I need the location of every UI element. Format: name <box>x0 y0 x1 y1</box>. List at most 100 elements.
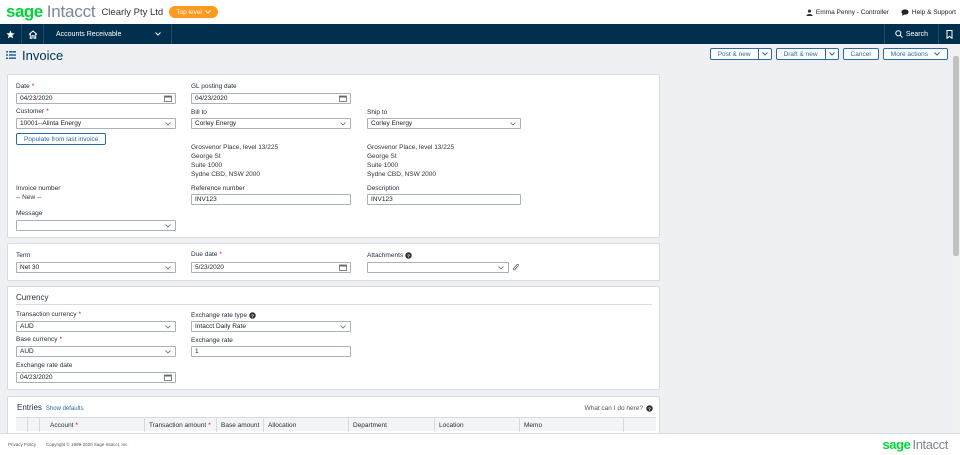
term-select[interactable]: Net 30 <box>16 262 176 273</box>
grid-col-location[interactable]: Location <box>435 418 520 432</box>
home-button[interactable] <box>22 24 44 44</box>
grid-col-account[interactable]: Account * <box>40 418 145 432</box>
grid-col-transaction-amount[interactable]: Transaction amount * <box>145 418 217 432</box>
reference-number-label: Reference number <box>191 185 245 192</box>
privacy-policy-link[interactable]: Privacy Policy <box>8 442 36 447</box>
ship-address-line: George St <box>367 153 397 160</box>
exchange-rate-label: Exchange rate <box>191 337 233 344</box>
transaction-currency-label: Transaction currency * <box>16 311 81 318</box>
help-circle-icon: ? <box>646 405 653 412</box>
invoice-number-value: -- New -- <box>16 194 42 201</box>
chevron-down-icon <box>828 52 835 56</box>
more-actions-button[interactable]: More actions <box>882 48 948 60</box>
entries-card: Entries Show defaults What can I do here… <box>7 396 660 436</box>
more-actions-label: More actions <box>890 50 928 58</box>
chevron-down-icon <box>165 325 171 329</box>
bill-address-line: Sydne CBD, NSW 2000 <box>191 171 261 178</box>
home-icon <box>28 29 37 39</box>
list-icon[interactable] <box>6 51 16 59</box>
description-input[interactable]: INV123 <box>367 194 521 205</box>
exchange-rate-type-label: Exchange rate type ? <box>191 312 256 319</box>
search-button[interactable]: Search <box>883 24 938 44</box>
exchange-rate-type-select[interactable]: Intacct Daily Rate <box>191 321 351 332</box>
calendar-icon[interactable] <box>164 374 172 381</box>
bill-to-select[interactable]: Corley Energy <box>191 118 351 129</box>
ship-address-line: Grosvenor Place, level 13/225 <box>367 144 455 151</box>
customer-label: Customer * <box>16 108 49 115</box>
entries-title: Entries <box>17 403 42 412</box>
draft-new-button[interactable]: Draft & new <box>775 48 826 60</box>
exchange-rate-date-field[interactable]: 04/23/2020 <box>16 372 176 383</box>
favorites-button[interactable] <box>0 24 22 44</box>
gl-posting-date-field[interactable]: 04/23/2020 <box>191 93 351 104</box>
term-label: Term <box>16 252 31 259</box>
currency-section-title: Currency <box>16 293 49 302</box>
chevron-down-icon <box>165 266 171 270</box>
exchange-rate-date-label: Exchange rate date <box>16 362 73 369</box>
base-currency-select[interactable]: AUD <box>16 346 176 357</box>
page-title: Invoice <box>22 47 64 63</box>
grid-col-department[interactable]: Department <box>349 418 435 432</box>
svg-text:?: ? <box>648 406 651 412</box>
grid-col-blank <box>28 418 40 432</box>
chevron-down-icon <box>155 32 161 36</box>
entries-help-link[interactable]: What can I do here? ? <box>584 405 653 412</box>
invoice-number-label: Invoice number <box>16 185 61 192</box>
grid-col-base-amount[interactable]: Base amount <box>217 418 264 432</box>
main-nav: Accounts Receivable Search <box>0 24 960 44</box>
exchange-rate-input[interactable]: 1 <box>191 346 351 357</box>
chevron-down-icon <box>761 52 768 56</box>
page-header: Invoice Post & new Draft & new Cancel Mo… <box>0 44 952 66</box>
chevron-down-icon <box>165 350 171 354</box>
cancel-button[interactable]: Cancel <box>842 48 879 60</box>
bookmark-icon <box>946 29 953 39</box>
entity-level-label: Top level <box>176 8 202 16</box>
date-field[interactable]: 04/23/2020 <box>16 93 176 104</box>
post-new-button[interactable]: Post & new <box>709 48 759 60</box>
calendar-icon[interactable] <box>339 95 347 102</box>
chevron-down-icon <box>934 52 940 56</box>
show-defaults-link[interactable]: Show defaults <box>46 406 84 412</box>
paperclip-icon[interactable] <box>512 263 520 272</box>
calendar-icon[interactable] <box>339 264 347 271</box>
attachments-select[interactable] <box>367 262 509 273</box>
help-circle-icon[interactable]: ? <box>249 312 256 319</box>
base-currency-label: Base currency * <box>16 336 63 343</box>
page-scrollbar[interactable] <box>952 44 960 433</box>
gl-posting-date-label: GL posting date <box>191 83 237 90</box>
section-divider <box>16 304 652 305</box>
calendar-icon[interactable] <box>164 95 172 102</box>
bookmark-button[interactable] <box>938 24 960 44</box>
message-select[interactable] <box>16 220 176 231</box>
due-date-field[interactable]: 5/23/2020 <box>191 262 351 273</box>
chat-bubble-icon <box>901 8 909 16</box>
ship-address-line: Sydne CBD, NSW 2000 <box>367 171 437 178</box>
help-circle-icon[interactable]: ? <box>405 252 412 259</box>
search-label: Search <box>905 30 928 38</box>
post-new-dropdown[interactable] <box>758 48 772 60</box>
ship-to-select[interactable]: Corley Energy <box>367 118 521 129</box>
due-date-label: Due date * <box>191 251 222 258</box>
entries-grid-header: Account * Transaction amount * Base amount… <box>16 417 656 432</box>
date-label: Date * <box>16 83 35 90</box>
module-menu-accounts-receivable[interactable]: Accounts Receivable <box>44 24 172 44</box>
transaction-currency-select[interactable]: AUD <box>16 321 176 332</box>
entity-level-selector[interactable]: Top level <box>169 6 218 18</box>
footer: Privacy Policy Copyright © 1999-2020 Sag… <box>0 433 960 455</box>
help-label: Help & Support <box>911 8 956 16</box>
reference-number-input[interactable]: INV123 <box>191 194 351 205</box>
sage-logo[interactable]: sage Intacct <box>6 2 96 22</box>
top-bar: sage Intacct Clearly Pty Ltd Top level Em… <box>0 0 960 24</box>
company-name: Clearly Pty Ltd <box>101 6 164 18</box>
description-label: Description <box>367 185 400 192</box>
grid-col-memo[interactable]: Memo <box>520 418 624 432</box>
help-support-link[interactable]: Help & Support <box>901 9 956 16</box>
customer-select[interactable]: 10001--Alinta Energy <box>16 118 176 129</box>
populate-from-last-invoice-button[interactable]: Populate from last invoice <box>16 133 107 145</box>
chevron-down-icon <box>205 10 211 14</box>
bill-address-line: Suite 1000 <box>191 162 223 169</box>
draft-new-dropdown[interactable] <box>825 48 839 60</box>
grid-col-allocation[interactable]: Allocation <box>264 418 349 432</box>
scroll-thumb[interactable] <box>953 56 959 256</box>
user-menu[interactable]: Emma Penny - Controller <box>806 9 889 16</box>
